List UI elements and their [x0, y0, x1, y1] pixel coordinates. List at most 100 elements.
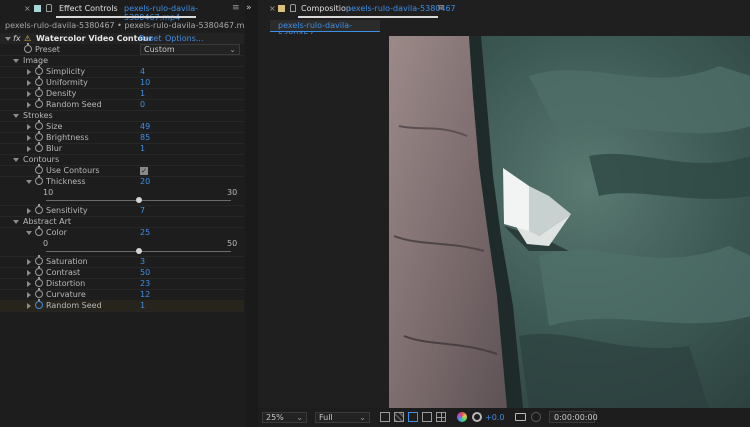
- menu-icon[interactable]: ≡: [437, 3, 445, 13]
- group-contours[interactable]: Contours: [0, 154, 244, 165]
- preset-dropdown[interactable]: Custom ⌄: [140, 44, 240, 55]
- value-blur[interactable]: 1: [140, 143, 145, 154]
- chevron-right-icon[interactable]: [27, 281, 31, 287]
- value-distortion[interactable]: 23: [140, 278, 150, 289]
- thickness-slider-knob[interactable]: [135, 197, 142, 203]
- show-snapshot-icon[interactable]: [531, 412, 541, 422]
- stopwatch-icon[interactable]: [35, 65, 43, 75]
- stopwatch-icon[interactable]: [35, 98, 43, 108]
- lock-icon[interactable]: [46, 4, 52, 12]
- tab-underline: [298, 16, 438, 18]
- chevron-down-icon[interactable]: [26, 180, 32, 184]
- chevron-right-icon[interactable]: [27, 303, 31, 309]
- value-curvature[interactable]: 12: [140, 289, 150, 300]
- composition-subtab[interactable]: pexels-rulo-davila-5380467: [270, 20, 380, 39]
- stopwatch-icon[interactable]: [35, 175, 43, 185]
- effect-header[interactable]: fx ⚠ Watercolor Video Contour Reset Opti…: [0, 33, 244, 44]
- value-uniformity[interactable]: 10: [140, 77, 150, 88]
- stopwatch-icon[interactable]: [35, 255, 43, 265]
- chevron-down-icon[interactable]: [13, 114, 19, 118]
- group-image[interactable]: Image: [0, 55, 244, 66]
- chevron-down-icon[interactable]: [13, 59, 19, 63]
- tab-underline: [56, 16, 196, 18]
- value-simplicity[interactable]: 4: [140, 66, 145, 77]
- close-icon[interactable]: ×: [24, 4, 31, 13]
- chevron-right-icon[interactable]: [27, 102, 31, 108]
- panel-splitter[interactable]: [245, 0, 258, 427]
- chevron-right-icon[interactable]: [27, 135, 31, 141]
- timecode-field[interactable]: 0:00:00:00: [549, 411, 598, 423]
- chevron-down-icon[interactable]: [13, 158, 19, 162]
- fx-icon[interactable]: fx: [13, 33, 21, 44]
- chevron-right-icon[interactable]: [27, 91, 31, 97]
- panel-color-icon: [34, 5, 41, 12]
- zoom-dropdown[interactable]: 25% ⌄: [262, 412, 307, 423]
- checkbox-icon[interactable]: ✓: [140, 167, 148, 175]
- chevron-down-icon: ⌄: [229, 45, 236, 54]
- video-frame[interactable]: [389, 36, 750, 408]
- stopwatch-icon[interactable]: [35, 164, 43, 174]
- chevron-right-icon[interactable]: [27, 292, 31, 298]
- param-simplicity: Simplicity 4: [0, 65, 244, 77]
- exposure-icon[interactable]: [472, 412, 482, 422]
- stopwatch-icon[interactable]: [35, 226, 43, 236]
- chevron-right-icon[interactable]: [27, 259, 31, 265]
- grid-icon[interactable]: [436, 412, 446, 422]
- value-brightness[interactable]: 85: [140, 132, 150, 143]
- chevron-down-icon[interactable]: [5, 37, 11, 41]
- group-abstract-art[interactable]: Abstract Art: [0, 216, 244, 227]
- camera-icon[interactable]: [515, 413, 526, 421]
- value-density[interactable]: 1: [140, 88, 145, 99]
- composition-viewer[interactable]: [258, 34, 750, 408]
- fast-preview-icon[interactable]: [380, 412, 390, 422]
- value-size[interactable]: 49: [140, 121, 150, 132]
- stopwatch-icon[interactable]: [35, 266, 43, 276]
- lock-icon[interactable]: [290, 4, 296, 12]
- param-blur: Blur 1: [0, 142, 244, 154]
- stopwatch-icon[interactable]: [35, 204, 43, 214]
- value-sensitivity[interactable]: 7: [140, 205, 145, 216]
- region-of-interest-icon[interactable]: [422, 412, 432, 422]
- menu-icon[interactable]: ≡: [232, 3, 240, 13]
- stopwatch-icon[interactable]: [35, 288, 43, 298]
- value-color[interactable]: 25: [140, 227, 150, 238]
- composition-tab[interactable]: Composition: [301, 4, 351, 13]
- close-icon[interactable]: ×: [269, 4, 276, 13]
- panel-color-icon: [278, 5, 285, 12]
- stopwatch-icon[interactable]: [35, 277, 43, 287]
- value-thickness[interactable]: 20: [140, 176, 150, 187]
- chevron-right-icon[interactable]: [27, 146, 31, 152]
- exposure-value[interactable]: +0.0: [485, 413, 504, 422]
- stopwatch-icon[interactable]: [35, 87, 43, 97]
- options-button[interactable]: Options...: [165, 33, 204, 44]
- color-wheel-icon[interactable]: [457, 412, 467, 422]
- transparency-grid-icon[interactable]: [394, 412, 404, 422]
- chevron-right-icon[interactable]: [27, 124, 31, 130]
- chevron-right-icon[interactable]: [27, 80, 31, 86]
- stopwatch-icon[interactable]: [35, 76, 43, 86]
- mask-visibility-icon[interactable]: [408, 412, 418, 422]
- effect-name: Watercolor Video Contour: [36, 34, 153, 43]
- chevron-right-icon[interactable]: [27, 69, 31, 75]
- chevron-down-icon[interactable]: [26, 231, 32, 235]
- chevron-right-icon[interactable]: [27, 208, 31, 214]
- chevron-down-icon[interactable]: [13, 220, 19, 224]
- chevron-right-icon[interactable]: [27, 270, 31, 276]
- resolution-dropdown[interactable]: Full ⌄: [315, 412, 370, 423]
- effect-controls-tab[interactable]: Effect Controls: [59, 4, 118, 13]
- color-slider-knob[interactable]: [135, 248, 142, 254]
- stopwatch-icon[interactable]: [35, 299, 43, 309]
- value-random-seed-1[interactable]: 0: [140, 99, 145, 110]
- reset-button[interactable]: Reset: [139, 33, 161, 44]
- panel-expand-icon[interactable]: »: [246, 3, 252, 13]
- group-strokes[interactable]: Strokes: [0, 110, 244, 121]
- stopwatch-icon[interactable]: [35, 120, 43, 130]
- stopwatch-icon[interactable]: [35, 142, 43, 152]
- value-saturation[interactable]: 3: [140, 256, 145, 267]
- stopwatch-icon[interactable]: [24, 43, 32, 53]
- value-contrast[interactable]: 50: [140, 267, 150, 278]
- param-sensitivity: Sensitivity 7: [0, 204, 244, 216]
- stopwatch-icon[interactable]: [35, 131, 43, 141]
- value-random-seed-2[interactable]: 1: [140, 300, 145, 311]
- effect-controls-tabbar: × Effect Controls pexels-rulo-davila-538…: [0, 0, 245, 22]
